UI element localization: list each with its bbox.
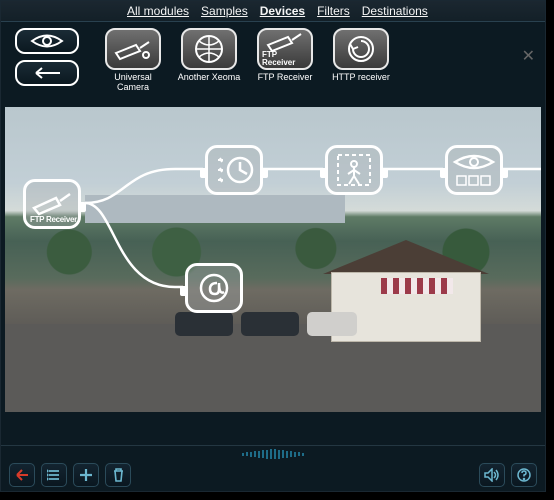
input-port[interactable] <box>180 286 188 296</box>
trash-icon <box>112 468 125 482</box>
timeline-ticks[interactable] <box>1 446 545 462</box>
back-button[interactable] <box>15 60 79 86</box>
back-arrow-icon <box>30 66 64 80</box>
list-button[interactable] <box>41 463 67 487</box>
tab-devices[interactable]: Devices <box>260 4 305 18</box>
add-button[interactable] <box>73 463 99 487</box>
module-label: HTTP receiver <box>332 73 390 83</box>
bottom-toolbar <box>1 445 545 491</box>
flow-module-preview-archive[interactable] <box>445 145 503 195</box>
ftp-badge-text: FTP Receiver <box>262 51 311 67</box>
flow-module-email[interactable] <box>185 263 243 313</box>
module-another-xeoma[interactable]: Another Xeoma <box>177 28 241 83</box>
output-port[interactable] <box>380 168 388 178</box>
question-icon <box>517 468 531 482</box>
flow-module-motion-detector[interactable] <box>325 145 383 195</box>
help-button[interactable] <box>511 463 537 487</box>
tab-destinations[interactable]: Destinations <box>362 4 428 18</box>
eye-icon <box>30 33 64 49</box>
input-port[interactable] <box>320 168 328 178</box>
output-port[interactable] <box>260 168 268 178</box>
camera-canvas[interactable]: FTP Receiver <box>5 107 541 412</box>
plus-icon <box>79 468 93 482</box>
flow-layer: FTP Receiver <box>5 107 541 412</box>
globe-icon <box>181 28 237 70</box>
volume-button[interactable] <box>479 463 505 487</box>
left-arrow-icon <box>14 469 30 481</box>
flow-module-label: FTP Receiver <box>30 215 77 224</box>
module-label: Another Xeoma <box>178 73 241 83</box>
input-port[interactable] <box>200 168 208 178</box>
shelf-left-controls <box>15 28 79 86</box>
output-port[interactable] <box>500 168 508 178</box>
eye-toggle-button[interactable] <box>15 28 79 54</box>
top-tab-strip: All modules Samples Devices Filters Dest… <box>1 1 545 22</box>
list-icon <box>47 469 61 481</box>
module-universal-camera[interactable]: Universal Camera <box>101 28 165 93</box>
module-label: FTP Receiver <box>258 73 313 83</box>
tab-all-modules[interactable]: All modules <box>127 4 189 18</box>
camera-icon <box>105 28 161 70</box>
flow-module-ftp-receiver[interactable]: FTP Receiver <box>23 179 81 229</box>
module-http-receiver[interactable]: HTTP receiver <box>329 28 393 83</box>
module-label: Universal Camera <box>114 73 152 93</box>
flow-module-scheduler[interactable] <box>205 145 263 195</box>
input-port[interactable] <box>440 168 448 178</box>
tab-filters[interactable]: Filters <box>317 4 350 18</box>
output-port[interactable] <box>78 202 86 212</box>
back-nav-button[interactable] <box>9 463 35 487</box>
speaker-icon <box>484 468 500 482</box>
ftp-camera-icon: FTP Receiver <box>257 28 313 70</box>
tab-samples[interactable]: Samples <box>201 4 248 18</box>
module-ftp-receiver[interactable]: FTP Receiver FTP Receiver <box>253 28 317 83</box>
delete-button[interactable] <box>105 463 131 487</box>
close-shelf-button[interactable]: ✕ <box>522 46 535 66</box>
module-shelf: Universal Camera Another Xeoma FTP Recei… <box>1 22 545 101</box>
http-arrow-icon <box>333 28 389 70</box>
